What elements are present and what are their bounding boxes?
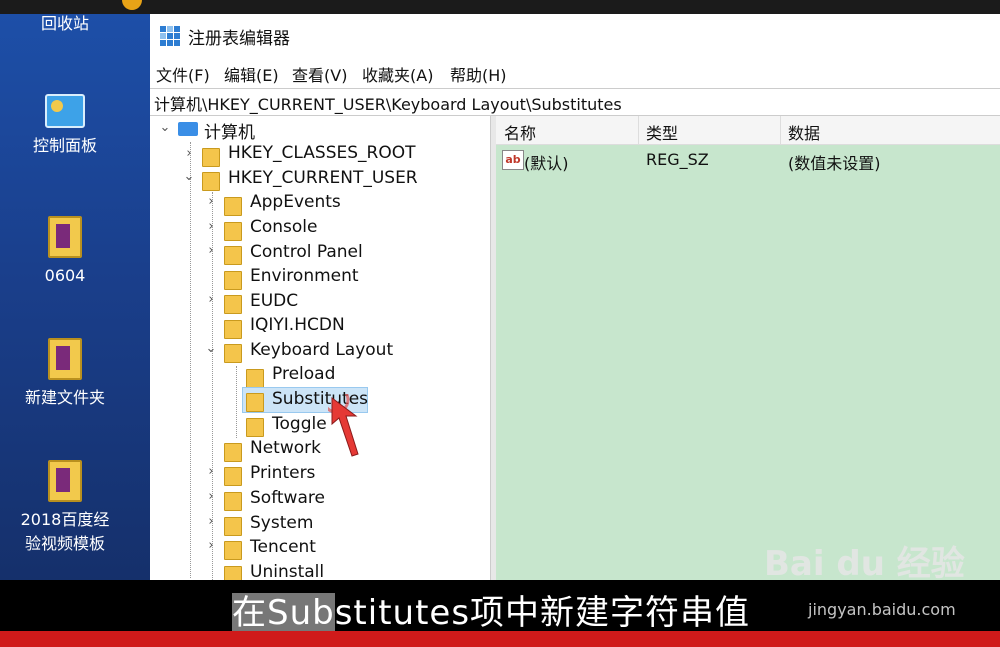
- value-name: (默认): [524, 154, 569, 173]
- bottom-red-bar: [0, 631, 1000, 647]
- expand-arrow-icon[interactable]: ›: [180, 146, 198, 161]
- tree-node-environment[interactable]: Environment: [250, 266, 359, 286]
- collapse-arrow-icon[interactable]: ⌄: [202, 341, 220, 356]
- watermark-url: jingyan.baidu.com: [808, 600, 956, 619]
- registry-editor-window: 注册表编辑器 文件(F) 编辑(E) 查看(V) 收藏夹(A) 帮助(H) 计算…: [150, 14, 1000, 580]
- tree-node-eudc[interactable]: EUDC: [250, 291, 298, 311]
- window-title: 注册表编辑器: [188, 29, 290, 49]
- expand-arrow-icon[interactable]: ›: [202, 464, 220, 479]
- folder-icon: [224, 344, 242, 363]
- folder-icon: [246, 418, 264, 437]
- address-path: 计算机\HKEY_CURRENT_USER\Keyboard Layout\Su…: [154, 95, 622, 114]
- folder-icon: [224, 197, 242, 216]
- tree-node-printers[interactable]: Printers: [250, 463, 315, 483]
- collapse-arrow-icon[interactable]: ⌄: [180, 169, 198, 184]
- expand-arrow-icon[interactable]: ›: [202, 194, 220, 209]
- expand-arrow-icon[interactable]: ›: [202, 219, 220, 234]
- menu-edit[interactable]: 编辑(E): [224, 62, 279, 86]
- folder-icon: [224, 467, 242, 486]
- tree-node-computer[interactable]: 计算机: [204, 118, 255, 143]
- tree-node-toggle[interactable]: Toggle: [272, 414, 327, 434]
- tree-node-uninstall[interactable]: Uninstall: [250, 562, 324, 580]
- column-header-data[interactable]: 数据: [788, 120, 820, 144]
- desktop-icon-label: 0604: [44, 266, 86, 285]
- desktop-icon-label: 新建文件夹: [24, 388, 105, 407]
- desktop-icon-label-line2: 验视频模板: [24, 534, 105, 553]
- expand-arrow-icon[interactable]: ›: [202, 292, 220, 307]
- string-value-icon: ab: [502, 150, 524, 170]
- desktop-icon-label: 控制面板: [32, 136, 97, 155]
- subtitle-caption: 在Substitutes项中新建字符串值: [232, 585, 750, 634]
- folder-icon: [224, 295, 242, 314]
- folder-icon: [224, 443, 242, 462]
- caption-rest: stitutes项中新建字符串值: [334, 593, 751, 633]
- desktop-icon-label: 回收站: [40, 14, 89, 33]
- baidu-jingyan-logo: Bai du 经验: [764, 544, 965, 584]
- control-panel-desktop-icon[interactable]: 控制面板: [0, 94, 130, 158]
- folder-icon: [246, 393, 264, 412]
- address-bar[interactable]: 计算机\HKEY_CURRENT_USER\Keyboard Layout\Su…: [150, 88, 1000, 116]
- tree-node-keyboard-layout[interactable]: Keyboard Layout: [250, 340, 393, 360]
- folder-icon: [48, 338, 82, 380]
- folder-icon: [224, 222, 242, 241]
- expand-arrow-icon[interactable]: ›: [202, 243, 220, 258]
- folder-icon: [246, 369, 264, 388]
- folder-0604-desktop-icon[interactable]: 0604: [0, 216, 130, 288]
- folder-icon: [224, 271, 242, 290]
- folder-icon: [48, 216, 82, 258]
- template-folder-desktop-icon[interactable]: 2018百度经 验视频模板: [0, 460, 130, 556]
- tree-node-appevents[interactable]: AppEvents: [250, 192, 341, 212]
- column-header-row: 名称 类型 数据: [496, 116, 1000, 145]
- folder-icon: [202, 172, 220, 191]
- expand-arrow-icon[interactable]: ›: [202, 514, 220, 529]
- menu-view[interactable]: 查看(V): [292, 62, 347, 86]
- tree-node-hkcr[interactable]: HKEY_CLASSES_ROOT: [228, 143, 416, 163]
- computer-icon: [178, 122, 198, 136]
- regedit-app-icon: [160, 26, 180, 46]
- column-header-type[interactable]: 类型: [646, 120, 678, 144]
- menu-bar: 文件(F) 编辑(E) 查看(V) 收藏夹(A) 帮助(H): [150, 60, 1000, 86]
- new-folder-desktop-icon[interactable]: 新建文件夹: [0, 338, 130, 410]
- folder-icon: [224, 517, 242, 536]
- folder-icon: [202, 148, 220, 167]
- tree-node-control-panel[interactable]: Control Panel: [250, 242, 363, 262]
- desktop-icon-label-line1: 2018百度经: [20, 510, 110, 529]
- column-header-name[interactable]: 名称: [504, 120, 536, 144]
- values-pane[interactable]: 名称 类型 数据 ab (默认) REG_SZ (数值未设置): [496, 116, 1000, 580]
- registry-tree: ⌄ 计算机 › HKEY_CLASSES_ROOT ⌄ HKEY_CURRENT…: [150, 116, 490, 580]
- folder-icon: [224, 566, 242, 580]
- expand-arrow-icon[interactable]: ›: [202, 489, 220, 504]
- folder-icon: [224, 492, 242, 511]
- folder-icon: [224, 320, 242, 339]
- menu-help[interactable]: 帮助(H): [450, 62, 507, 86]
- value-data: (数值未设置): [788, 154, 881, 173]
- recycle-bin-desktop-icon[interactable]: 回收站: [0, 12, 130, 36]
- title-bar[interactable]: 注册表编辑器: [150, 14, 1000, 60]
- mouse-pointer-icon: [328, 394, 359, 457]
- tree-node-network[interactable]: Network: [250, 438, 321, 458]
- control-panel-icon: [45, 94, 85, 128]
- folder-icon: [224, 246, 242, 265]
- tree-node-tencent[interactable]: Tencent: [250, 537, 316, 557]
- tree-node-console[interactable]: Console: [250, 217, 318, 237]
- folder-icon: [48, 460, 82, 502]
- desktop: 回收站 控制面板 0604 新建文件夹 2018百度经 验视频模板: [0, 14, 152, 580]
- tree-node-system[interactable]: System: [250, 513, 313, 533]
- tree-node-software[interactable]: Software: [250, 488, 325, 508]
- expand-arrow-icon[interactable]: ›: [202, 538, 220, 553]
- top-bar: [0, 0, 1000, 14]
- tree-node-preload[interactable]: Preload: [272, 364, 335, 384]
- tree-node-iqiyi[interactable]: IQIYI.HCDN: [250, 315, 345, 335]
- app-badge-icon: [122, 0, 142, 10]
- folder-icon: [224, 541, 242, 560]
- tree-node-hkcu[interactable]: HKEY_CURRENT_USER: [228, 168, 418, 188]
- collapse-arrow-icon[interactable]: ⌄: [156, 120, 174, 135]
- menu-favorites[interactable]: 收藏夹(A): [362, 62, 433, 86]
- caption-highlight: 在Sub: [232, 593, 335, 633]
- menu-file[interactable]: 文件(F): [156, 62, 210, 86]
- value-type: REG_SZ: [646, 150, 709, 169]
